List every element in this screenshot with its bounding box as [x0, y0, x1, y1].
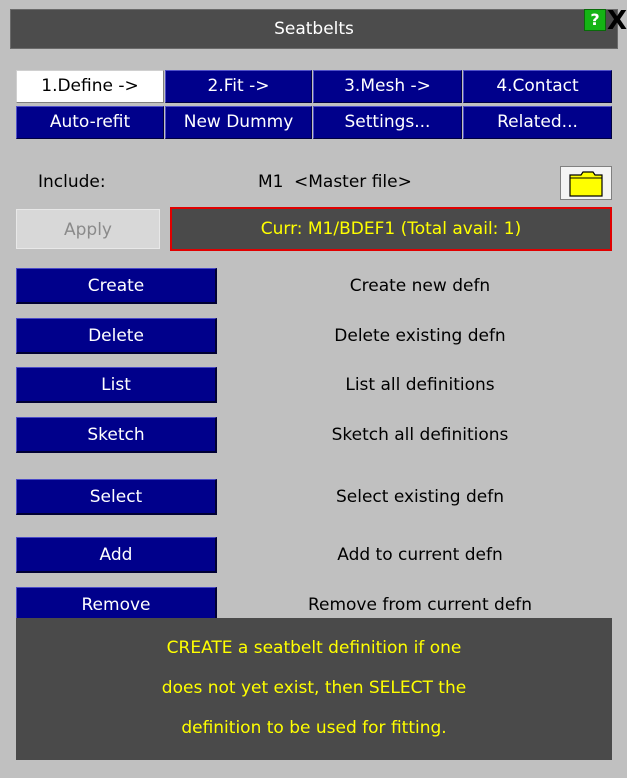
- create-button[interactable]: Create: [16, 268, 217, 304]
- delete-description: Delete existing defn: [334, 326, 506, 346]
- include-file[interactable]: <Master file>: [294, 171, 412, 193]
- select-description: Select existing defn: [335, 487, 505, 507]
- add-description: Add to current defn: [337, 545, 503, 565]
- auto-refit-button[interactable]: Auto-refit: [16, 106, 164, 139]
- delete-button[interactable]: Delete: [16, 318, 217, 354]
- info-line: CREATE a seatbelt definition if one: [166, 638, 462, 658]
- create-description: Create new defn: [349, 276, 491, 296]
- include-label: Include:: [38, 172, 106, 192]
- list-description: List all definitions: [345, 375, 495, 395]
- folder-icon: [569, 171, 603, 197]
- close-icon[interactable]: X: [607, 7, 627, 35]
- tab-fit[interactable]: 2.Fit ->: [165, 70, 312, 103]
- info-line: definition to be used for fitting.: [181, 718, 447, 738]
- help-icon[interactable]: ?: [584, 9, 606, 31]
- folder-button[interactable]: [560, 166, 612, 200]
- window-title: Seatbelts: [274, 19, 354, 39]
- apply-button[interactable]: Apply: [16, 209, 160, 249]
- sketch-description: Sketch all definitions: [331, 425, 509, 445]
- current-definition-status: Curr: M1/BDEF1 (Total avail: 1): [170, 207, 612, 251]
- tab-mesh[interactable]: 3.Mesh ->: [313, 70, 462, 103]
- tab-define[interactable]: 1.Define ->: [16, 70, 164, 103]
- include-model[interactable]: M1: [258, 171, 283, 193]
- tab-contact[interactable]: 4.Contact: [463, 70, 612, 103]
- add-button[interactable]: Add: [16, 537, 217, 573]
- settings-button[interactable]: Settings...: [313, 106, 462, 139]
- new-dummy-button[interactable]: New Dummy: [165, 106, 312, 139]
- related-button[interactable]: Related...: [463, 106, 612, 139]
- select-button[interactable]: Select: [16, 479, 217, 515]
- help-info-box: CREATE a seatbelt definition if one does…: [16, 618, 612, 760]
- title-bar: Seatbelts: [10, 9, 618, 49]
- sketch-button[interactable]: Sketch: [16, 417, 217, 453]
- info-line: does not yet exist, then SELECT the: [161, 678, 467, 698]
- list-button[interactable]: List: [16, 367, 217, 403]
